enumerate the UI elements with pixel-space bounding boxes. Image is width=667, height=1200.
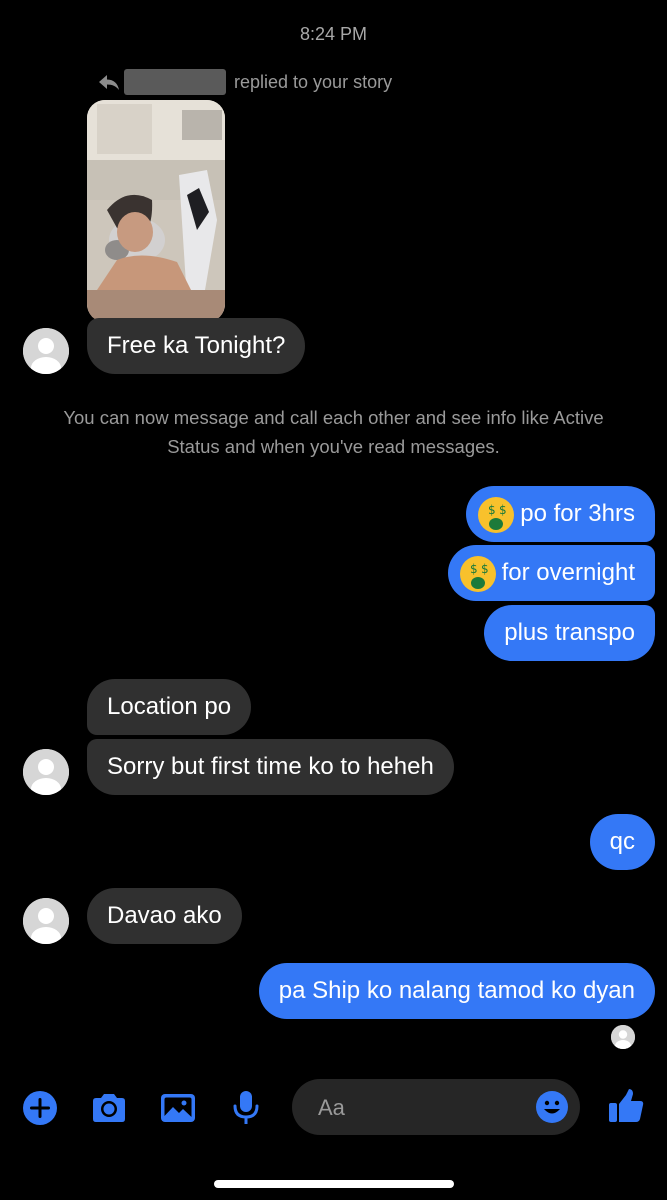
- message-text: po for 3hrs: [520, 500, 635, 527]
- message-bubble-incoming[interactable]: Location po: [87, 679, 252, 735]
- default-avatar-icon: [23, 328, 69, 374]
- camera-icon[interactable]: [89, 1088, 129, 1128]
- message-bubble-outgoing[interactable]: pa Ship ko nalang tamod ko dyan: [258, 963, 655, 1019]
- story-thumbnail[interactable]: [87, 100, 225, 322]
- message-text: for overnight: [501, 559, 635, 586]
- message-bubble-outgoing[interactable]: qc: [589, 814, 655, 870]
- svg-text:$: $: [488, 503, 496, 517]
- contact-avatar[interactable]: [23, 898, 69, 944]
- default-avatar-icon: [611, 1025, 635, 1049]
- contact-avatar[interactable]: [23, 328, 69, 374]
- photo-icon[interactable]: [158, 1088, 198, 1128]
- info-notice: You can now message and call each other …: [63, 407, 604, 457]
- svg-text:$: $: [499, 503, 507, 517]
- message-bubble-incoming[interactable]: Davao ako: [87, 888, 242, 944]
- message-bubble-outgoing[interactable]: $ $ po for 3hrs: [466, 486, 655, 542]
- seen-indicator-avatar: [611, 1025, 635, 1049]
- timestamp: 8:24 PM: [299, 24, 368, 44]
- message-composer[interactable]: [292, 1079, 580, 1137]
- story-photo: [87, 100, 225, 322]
- message-input[interactable]: [316, 1079, 520, 1137]
- microphone-icon[interactable]: [226, 1088, 266, 1128]
- message-bubble-outgoing[interactable]: plus transpo: [484, 605, 655, 661]
- plus-icon[interactable]: [20, 1088, 60, 1128]
- message-bubble-incoming[interactable]: Sorry but first time ko to heheh: [87, 739, 454, 795]
- money-mouth-face-emoji: $ $: [459, 555, 496, 592]
- message-bubble-outgoing[interactable]: $ $ for overnight: [447, 545, 655, 601]
- reply-arrow-icon: [99, 75, 119, 90]
- story-reply-text: replied to your story: [234, 71, 393, 92]
- contact-avatar[interactable]: [23, 749, 69, 795]
- svg-text:$: $: [470, 562, 478, 576]
- story-reply-header: replied to your story: [96, 68, 392, 96]
- home-indicator: [214, 1180, 454, 1188]
- thumbs-up-icon[interactable]: [606, 1086, 646, 1126]
- money-mouth-face-emoji: $ $: [478, 496, 515, 533]
- message-bubble-incoming[interactable]: Free ka Tonight?: [87, 318, 306, 374]
- svg-text:$: $: [481, 562, 489, 576]
- redacted-username: [124, 69, 226, 95]
- default-avatar-icon: [23, 898, 69, 944]
- emoji-icon[interactable]: [534, 1089, 570, 1125]
- default-avatar-icon: [23, 749, 69, 795]
